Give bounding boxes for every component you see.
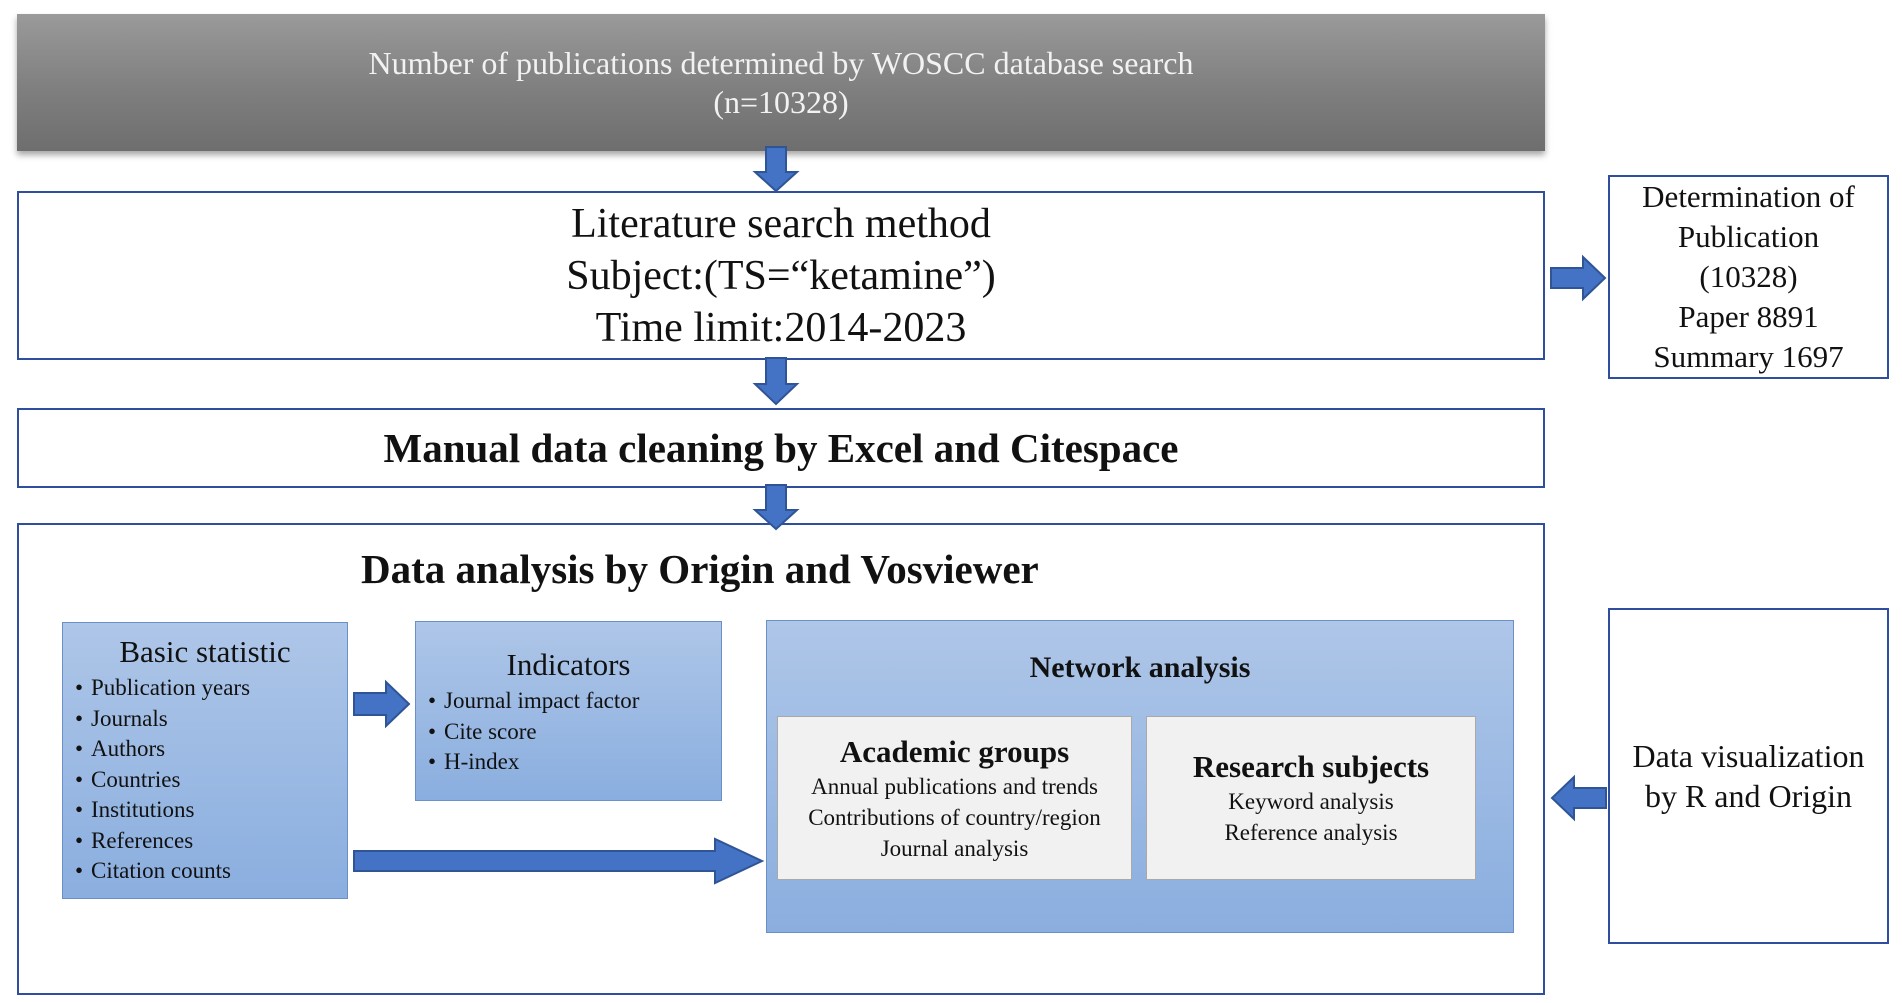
determination-line1: Determination of <box>1642 179 1855 214</box>
down-arrow-icon <box>752 357 800 406</box>
network-analysis-title: Network analysis <box>1029 651 1251 684</box>
research-subjects-title: Research subjects <box>1192 749 1430 784</box>
list-item: Institutions <box>75 795 347 826</box>
research-subjects-line: Keyword analysis <box>1228 789 1394 814</box>
indicators-list: Journal impact factor Cite score H-index <box>416 686 721 778</box>
wos-search-count: (n=10328) <box>713 83 849 120</box>
list-item: Countries <box>75 765 347 796</box>
right-arrow-icon <box>1550 254 1607 302</box>
search-method-title: Literature search method <box>571 200 991 247</box>
list-item: Authors <box>75 734 347 765</box>
down-arrow-icon <box>752 146 800 193</box>
research-subjects-line: Reference analysis <box>1224 820 1398 845</box>
list-item: Cite score <box>428 717 721 748</box>
academic-groups-line: Journal analysis <box>880 835 1029 861</box>
basic-statistic-title: Basic statistic <box>119 634 291 669</box>
list-item: References <box>75 826 347 857</box>
list-item: Journals <box>75 704 347 735</box>
long-right-arrow-icon <box>353 837 765 885</box>
wos-search-header-box: Number of publications determined by WOS… <box>17 14 1545 151</box>
network-analysis-box: Network analysis Academic groups Annual … <box>766 620 1514 933</box>
literature-search-method-box: Literature search method Subject:(TS=“ke… <box>17 191 1545 360</box>
research-subjects-box: Research subjects Keyword analysis Refer… <box>1146 716 1476 880</box>
wos-search-text: Number of publications determined by WOS… <box>368 44 1194 81</box>
down-arrow-icon <box>752 484 800 531</box>
data-visualization-box: Data visualization by R and Origin <box>1608 608 1889 944</box>
list-item: Citation counts <box>75 856 347 887</box>
list-item: H-index <box>428 747 721 778</box>
indicators-title: Indicators <box>506 647 631 682</box>
search-subject: Subject:(TS=“ketamine”) <box>566 252 996 299</box>
data-analysis-title: Data analysis by Origin and Vosviewer <box>361 546 1039 592</box>
paper-count: Paper 8891 <box>1678 299 1819 334</box>
data-cleaning-label: Manual data cleaning by Excel and Citesp… <box>383 425 1179 471</box>
basic-statistic-box: Basic statistic Publication years Journa… <box>62 622 348 899</box>
determination-line2: Publication <box>1677 219 1820 254</box>
visualization-line1: Data visualization <box>1632 738 1865 774</box>
basic-statistic-list: Publication years Journals Authors Count… <box>63 673 347 887</box>
left-arrow-icon <box>1550 774 1607 822</box>
right-arrow-icon <box>353 679 411 729</box>
academic-groups-line: Annual publications and trends <box>811 773 1098 799</box>
list-item: Journal impact factor <box>428 686 721 717</box>
academic-groups-title: Academic groups <box>839 733 1070 769</box>
indicators-box: Indicators Journal impact factor Cite sc… <box>415 621 722 801</box>
summary-count: Summary 1697 <box>1653 339 1844 374</box>
visualization-line2: by R and Origin <box>1644 778 1853 814</box>
determination-count: (10328) <box>1699 259 1798 294</box>
search-time-limit: Time limit:2014-2023 <box>595 304 967 351</box>
academic-groups-line: Contributions of country/region <box>808 804 1101 830</box>
determination-of-publication-box: Determination of Publication (10328) Pap… <box>1608 175 1889 379</box>
list-item: Publication years <box>75 673 347 704</box>
data-cleaning-box: Manual data cleaning by Excel and Citesp… <box>17 408 1545 488</box>
academic-groups-box: Academic groups Annual publications and … <box>777 716 1132 880</box>
